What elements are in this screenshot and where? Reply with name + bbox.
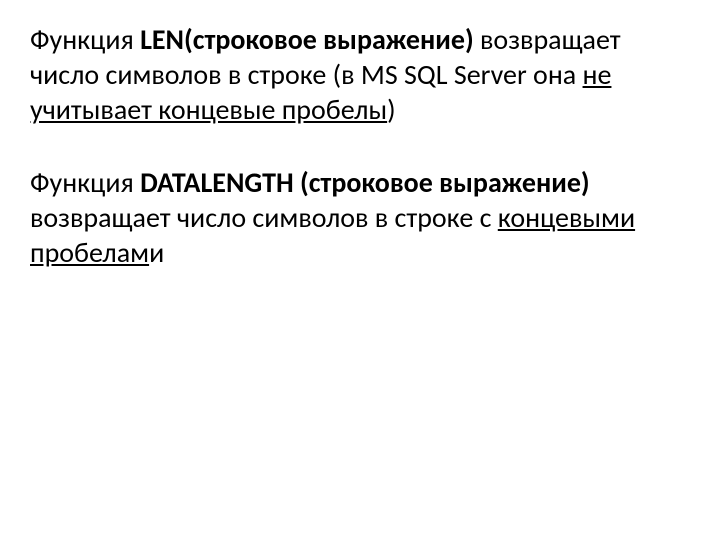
- datalength-signature: DATALENGTH (строковое выражение): [140, 165, 590, 200]
- paragraph-len: Функция LEN(строковое выражение) возвращ…: [30, 22, 690, 127]
- text-fragment: Функция: [30, 165, 140, 200]
- slide: Функция LEN(строковое выражение) возвращ…: [0, 0, 720, 270]
- len-signature: LEN(строковое выражение): [140, 22, 474, 57]
- text-fragment: и: [149, 235, 164, 270]
- paragraph-datalength: Функция DATALENGTH (строковое выражение)…: [30, 165, 690, 270]
- text-fragment: Функция: [30, 22, 140, 57]
- text-fragment: возвращает число символов в строке с: [30, 200, 498, 235]
- text-fragment: ): [387, 92, 396, 127]
